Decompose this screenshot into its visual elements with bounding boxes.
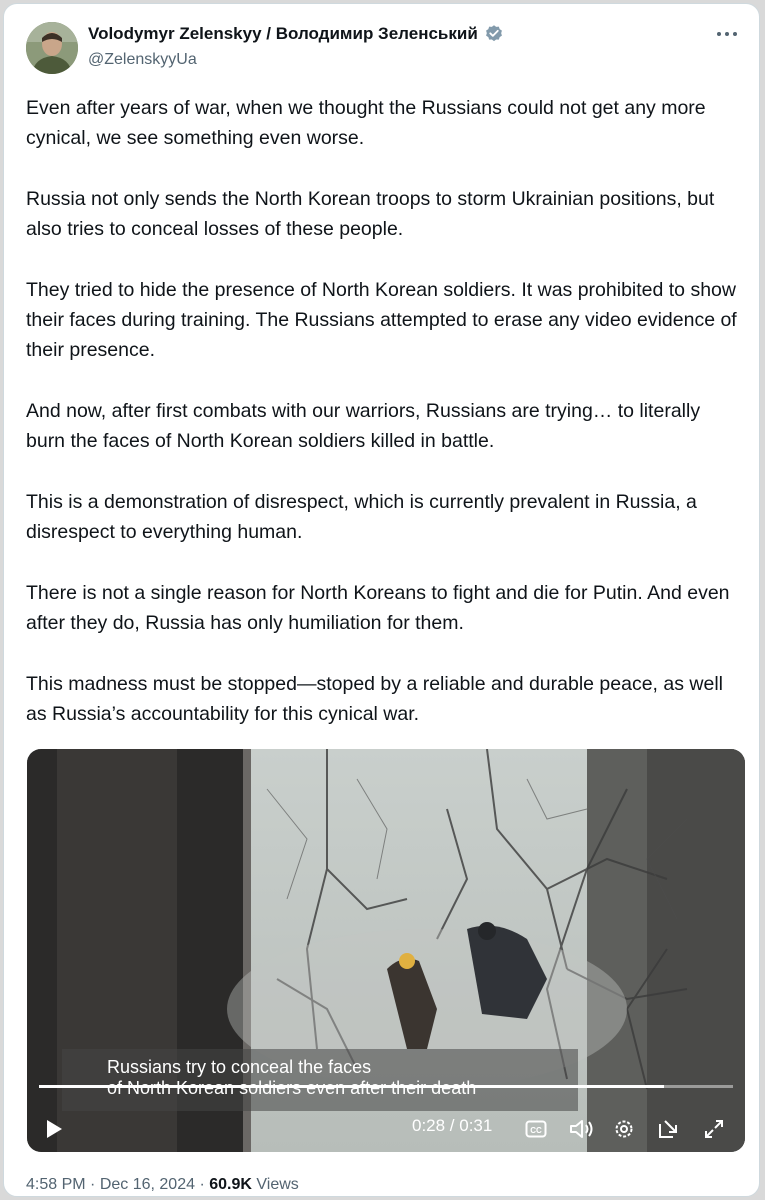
video-player[interactable]: Russians try to conceal the faces of Nor… — [27, 749, 745, 1152]
tweet-meta: 4:58 PM · Dec 16, 2024 · 60.9K Views — [26, 1176, 299, 1194]
caption-line: Russians try to conceal the faces — [107, 1057, 372, 1077]
tweet-text: Even after years of war, when we thought… — [26, 93, 742, 760]
tweet-paragraph: Russia not only sends the North Korean t… — [26, 188, 715, 240]
tweet-paragraph: There is not a single reason for North K… — [26, 582, 730, 634]
verified-badge-icon — [485, 25, 502, 42]
avatar[interactable] — [26, 22, 78, 74]
meta-separator: · — [85, 1176, 100, 1193]
author-name-row[interactable]: Volodymyr Zelenskyy / Володимир Зеленськ… — [88, 24, 504, 44]
tweet-paragraph: This madness must be stopped—stoped by a… — [26, 673, 723, 725]
tweet-paragraph: This is a demonstration of disrespect, w… — [26, 491, 697, 543]
play-icon[interactable] — [41, 1116, 67, 1142]
cc-icon[interactable]: CC — [523, 1116, 549, 1142]
views-count: 60.9K — [209, 1176, 252, 1193]
popout-icon[interactable] — [655, 1116, 681, 1142]
video-time: 0:28 / 0:31 — [412, 1116, 493, 1135]
video-caption: Russians try to conceal the faces of Nor… — [62, 1049, 578, 1111]
meta-separator: · — [195, 1176, 210, 1193]
tweet-date[interactable]: Dec 16, 2024 — [100, 1176, 195, 1193]
views-label: Views — [256, 1176, 299, 1193]
tweet-paragraph: They tried to hide the presence of North… — [26, 279, 737, 361]
tweet-time[interactable]: 4:58 PM — [26, 1176, 86, 1193]
settings-icon[interactable] — [611, 1116, 637, 1142]
tweet-paragraph: And now, after first combats with our wa… — [26, 400, 701, 452]
tweet-card: Volodymyr Zelenskyy / Володимир Зеленськ… — [3, 3, 760, 1197]
video-progress-bar[interactable] — [39, 1085, 733, 1088]
author-handle[interactable]: @ZelenskyyUa — [88, 51, 197, 69]
author-display-name[interactable]: Volodymyr Zelenskyy / Володимир Зеленськ… — [88, 24, 478, 44]
caption-line: of North Korean soldiers even after thei… — [107, 1078, 477, 1098]
volume-icon[interactable] — [567, 1116, 595, 1142]
more-options-icon[interactable] — [713, 20, 741, 48]
svg-text:CC: CC — [530, 1126, 542, 1135]
video-controls: 0:28 / 0:31 CC — [27, 1106, 745, 1152]
fullscreen-icon[interactable] — [701, 1116, 727, 1142]
tweet-paragraph: Even after years of war, when we thought… — [26, 97, 706, 149]
video-progress-fill — [39, 1085, 664, 1088]
